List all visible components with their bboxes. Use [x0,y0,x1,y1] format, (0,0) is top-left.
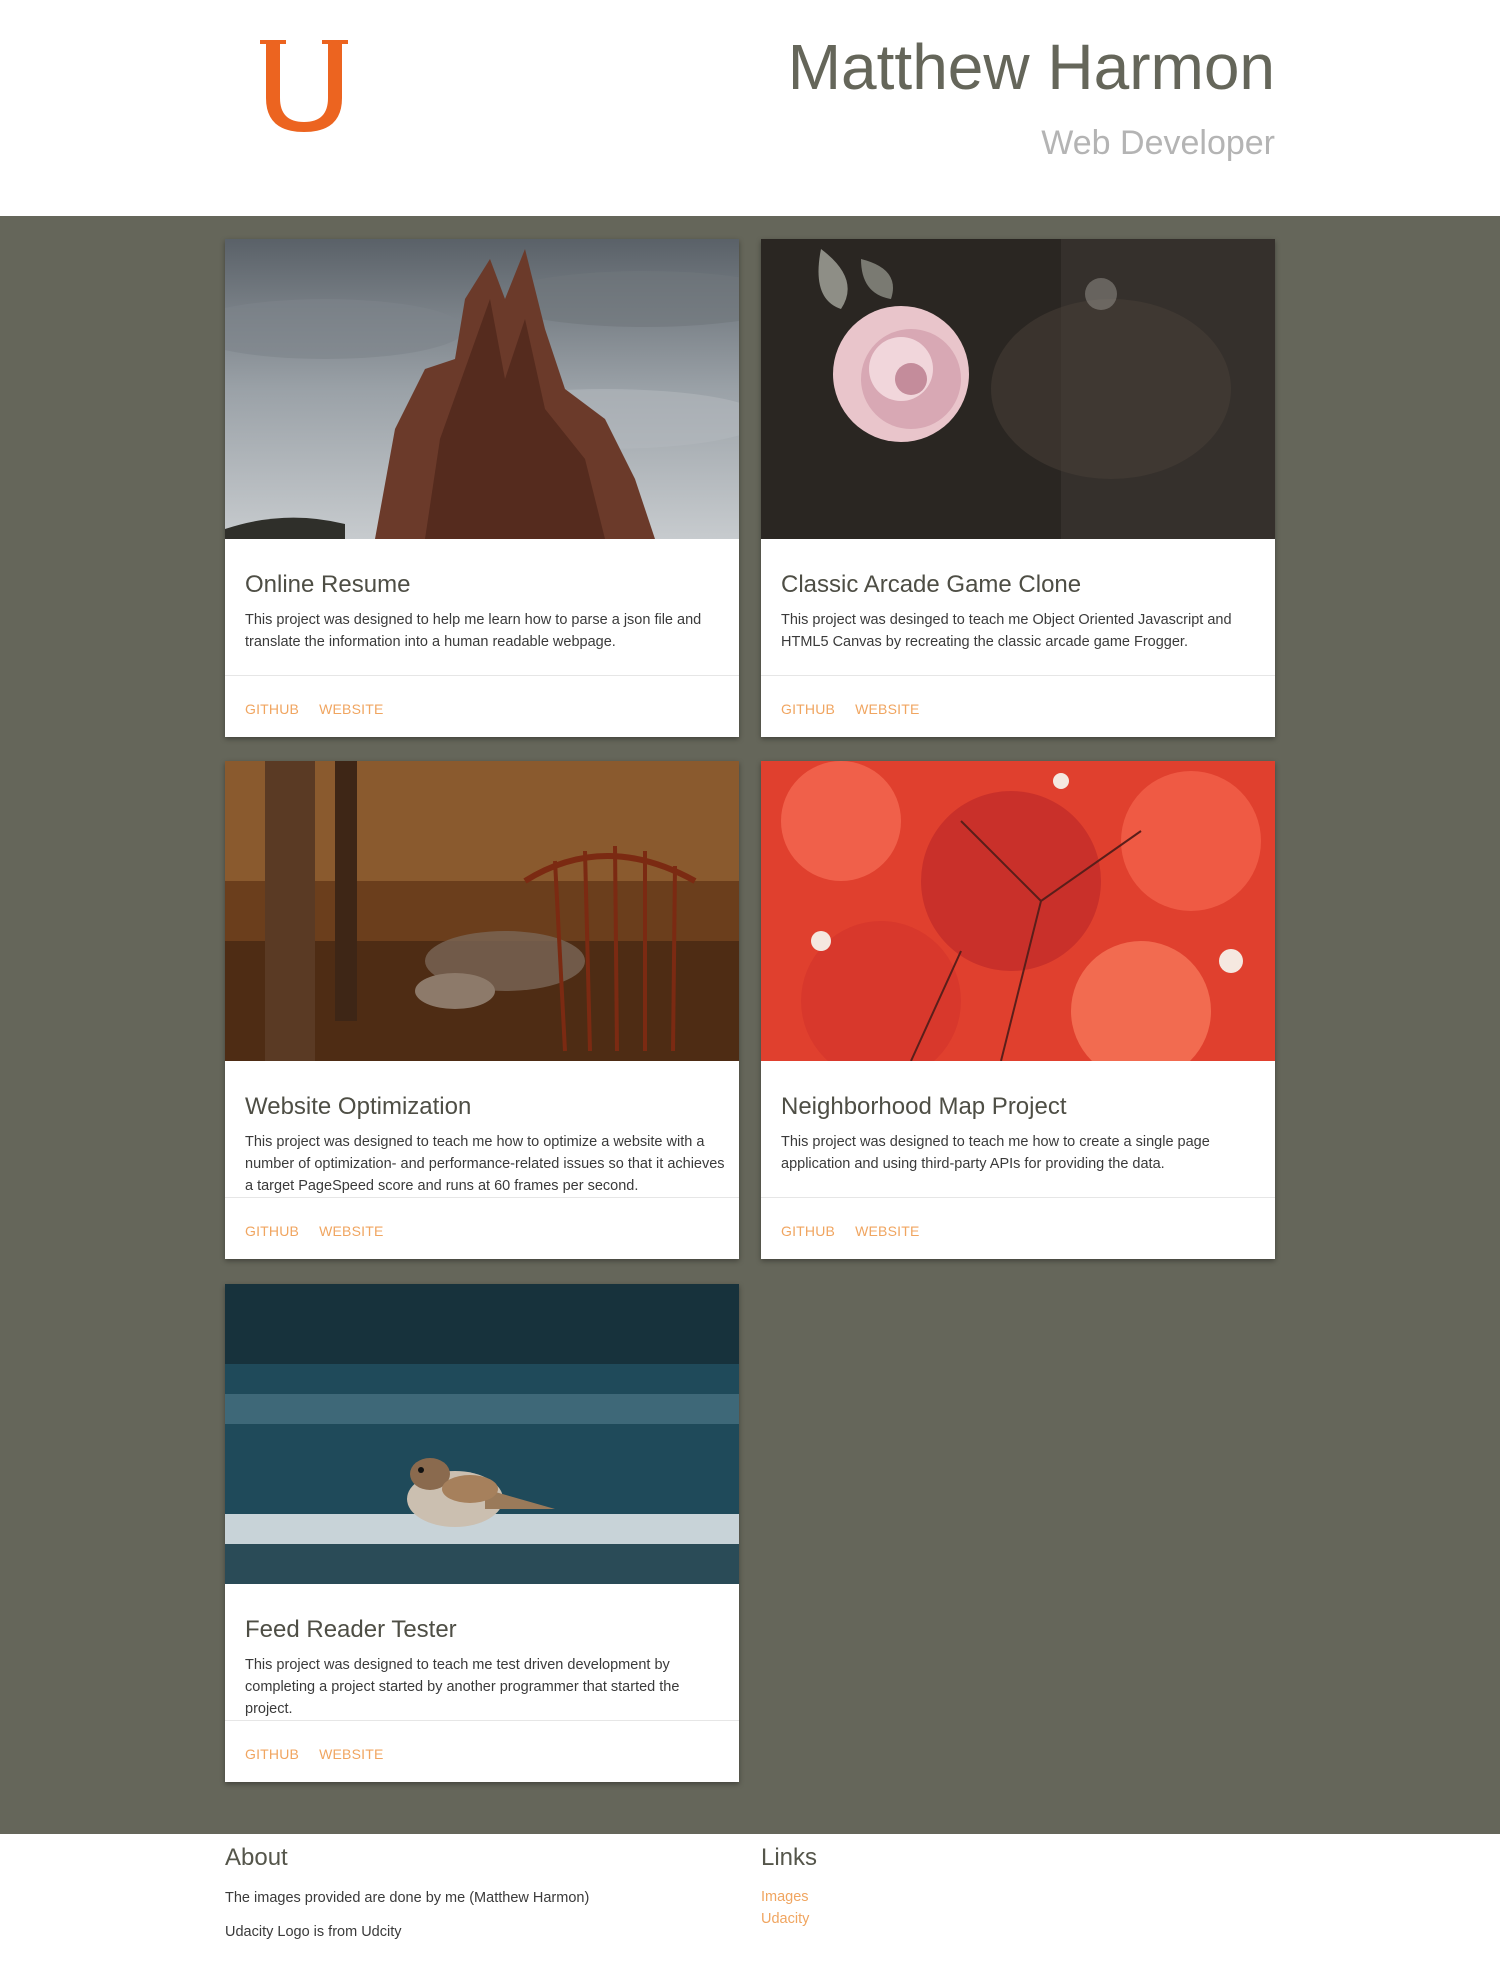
about-credit: Udacity Logo is from Udcity [225,1924,402,1940]
site-header: Matthew Harmon Web Developer [0,0,1500,216]
project-title: Feed Reader Tester [245,1616,457,1643]
github-link[interactable]: GITHUB [245,1746,299,1766]
website-link[interactable]: WEBSITE [319,1746,383,1766]
red-maple-leaves-photo [761,761,1275,1061]
project-card: Feed Reader Tester This project was desi… [225,1284,739,1782]
github-link[interactable]: GITHUB [781,1223,835,1243]
project-title: Neighborhood Map Project [781,1093,1067,1120]
project-description: This project was designed to teach me te… [245,1657,680,1717]
project-card: Classic Arcade Game Clone This project w… [761,239,1275,737]
card-actions: GITHUB WEBSITE [245,1223,384,1243]
project-title: Online Resume [245,571,411,598]
website-link[interactable]: WEBSITE [855,1223,919,1243]
project-card: Neighborhood Map Project This project wa… [761,761,1275,1259]
red-rock-spire-photo [225,239,739,539]
about-heading: About [225,1844,288,1871]
pink-rose-photo [761,239,1275,539]
card-divider [225,675,739,676]
card-divider [225,1197,739,1198]
github-link[interactable]: GITHUB [245,1223,299,1243]
autumn-forest-gate-photo [225,761,739,1061]
card-actions: GITHUB WEBSITE [245,1746,384,1766]
project-description: This project was designed to teach me ho… [245,1134,725,1194]
about-text: The images provided are done by me (Matt… [225,1890,590,1906]
card-actions: GITHUB WEBSITE [781,1223,920,1243]
project-description: This project was designed to teach me ho… [781,1134,1210,1172]
about-section: About The images provided are done by me… [225,1834,725,1940]
card-actions: GITHUB WEBSITE [245,701,384,721]
project-title: Website Optimization [245,1093,472,1120]
card-divider [225,1720,739,1721]
project-card: Online Resume This project was designed … [225,239,739,737]
images-link[interactable]: Images [761,1886,1161,1908]
website-link[interactable]: WEBSITE [319,1223,383,1243]
project-description: This project was desinged to teach me Ob… [781,612,1232,650]
github-link[interactable]: GITHUB [781,701,835,721]
udacity-logo-icon[interactable] [258,36,350,134]
site-footer: About The images provided are done by me… [0,1834,1500,1982]
github-link[interactable]: GITHUB [245,701,299,721]
links-section: Links Images Udacity [761,1834,1161,1930]
card-actions: GITHUB WEBSITE [781,701,920,721]
card-divider [761,1197,1275,1198]
project-card: Website Optimization This project was de… [225,761,739,1259]
website-link[interactable]: WEBSITE [319,701,383,721]
projects-section: Online Resume This project was designed … [0,216,1500,1834]
site-title: Matthew Harmon [787,31,1275,103]
project-description: This project was designed to help me lea… [245,612,702,650]
site-subtitle: Web Developer [1041,124,1275,162]
links-heading: Links [761,1844,818,1871]
project-title: Classic Arcade Game Clone [781,571,1082,598]
website-link[interactable]: WEBSITE [855,701,919,721]
sparrow-photo [225,1284,739,1584]
udacity-link[interactable]: Udacity [761,1908,1161,1930]
card-divider [761,675,1275,676]
